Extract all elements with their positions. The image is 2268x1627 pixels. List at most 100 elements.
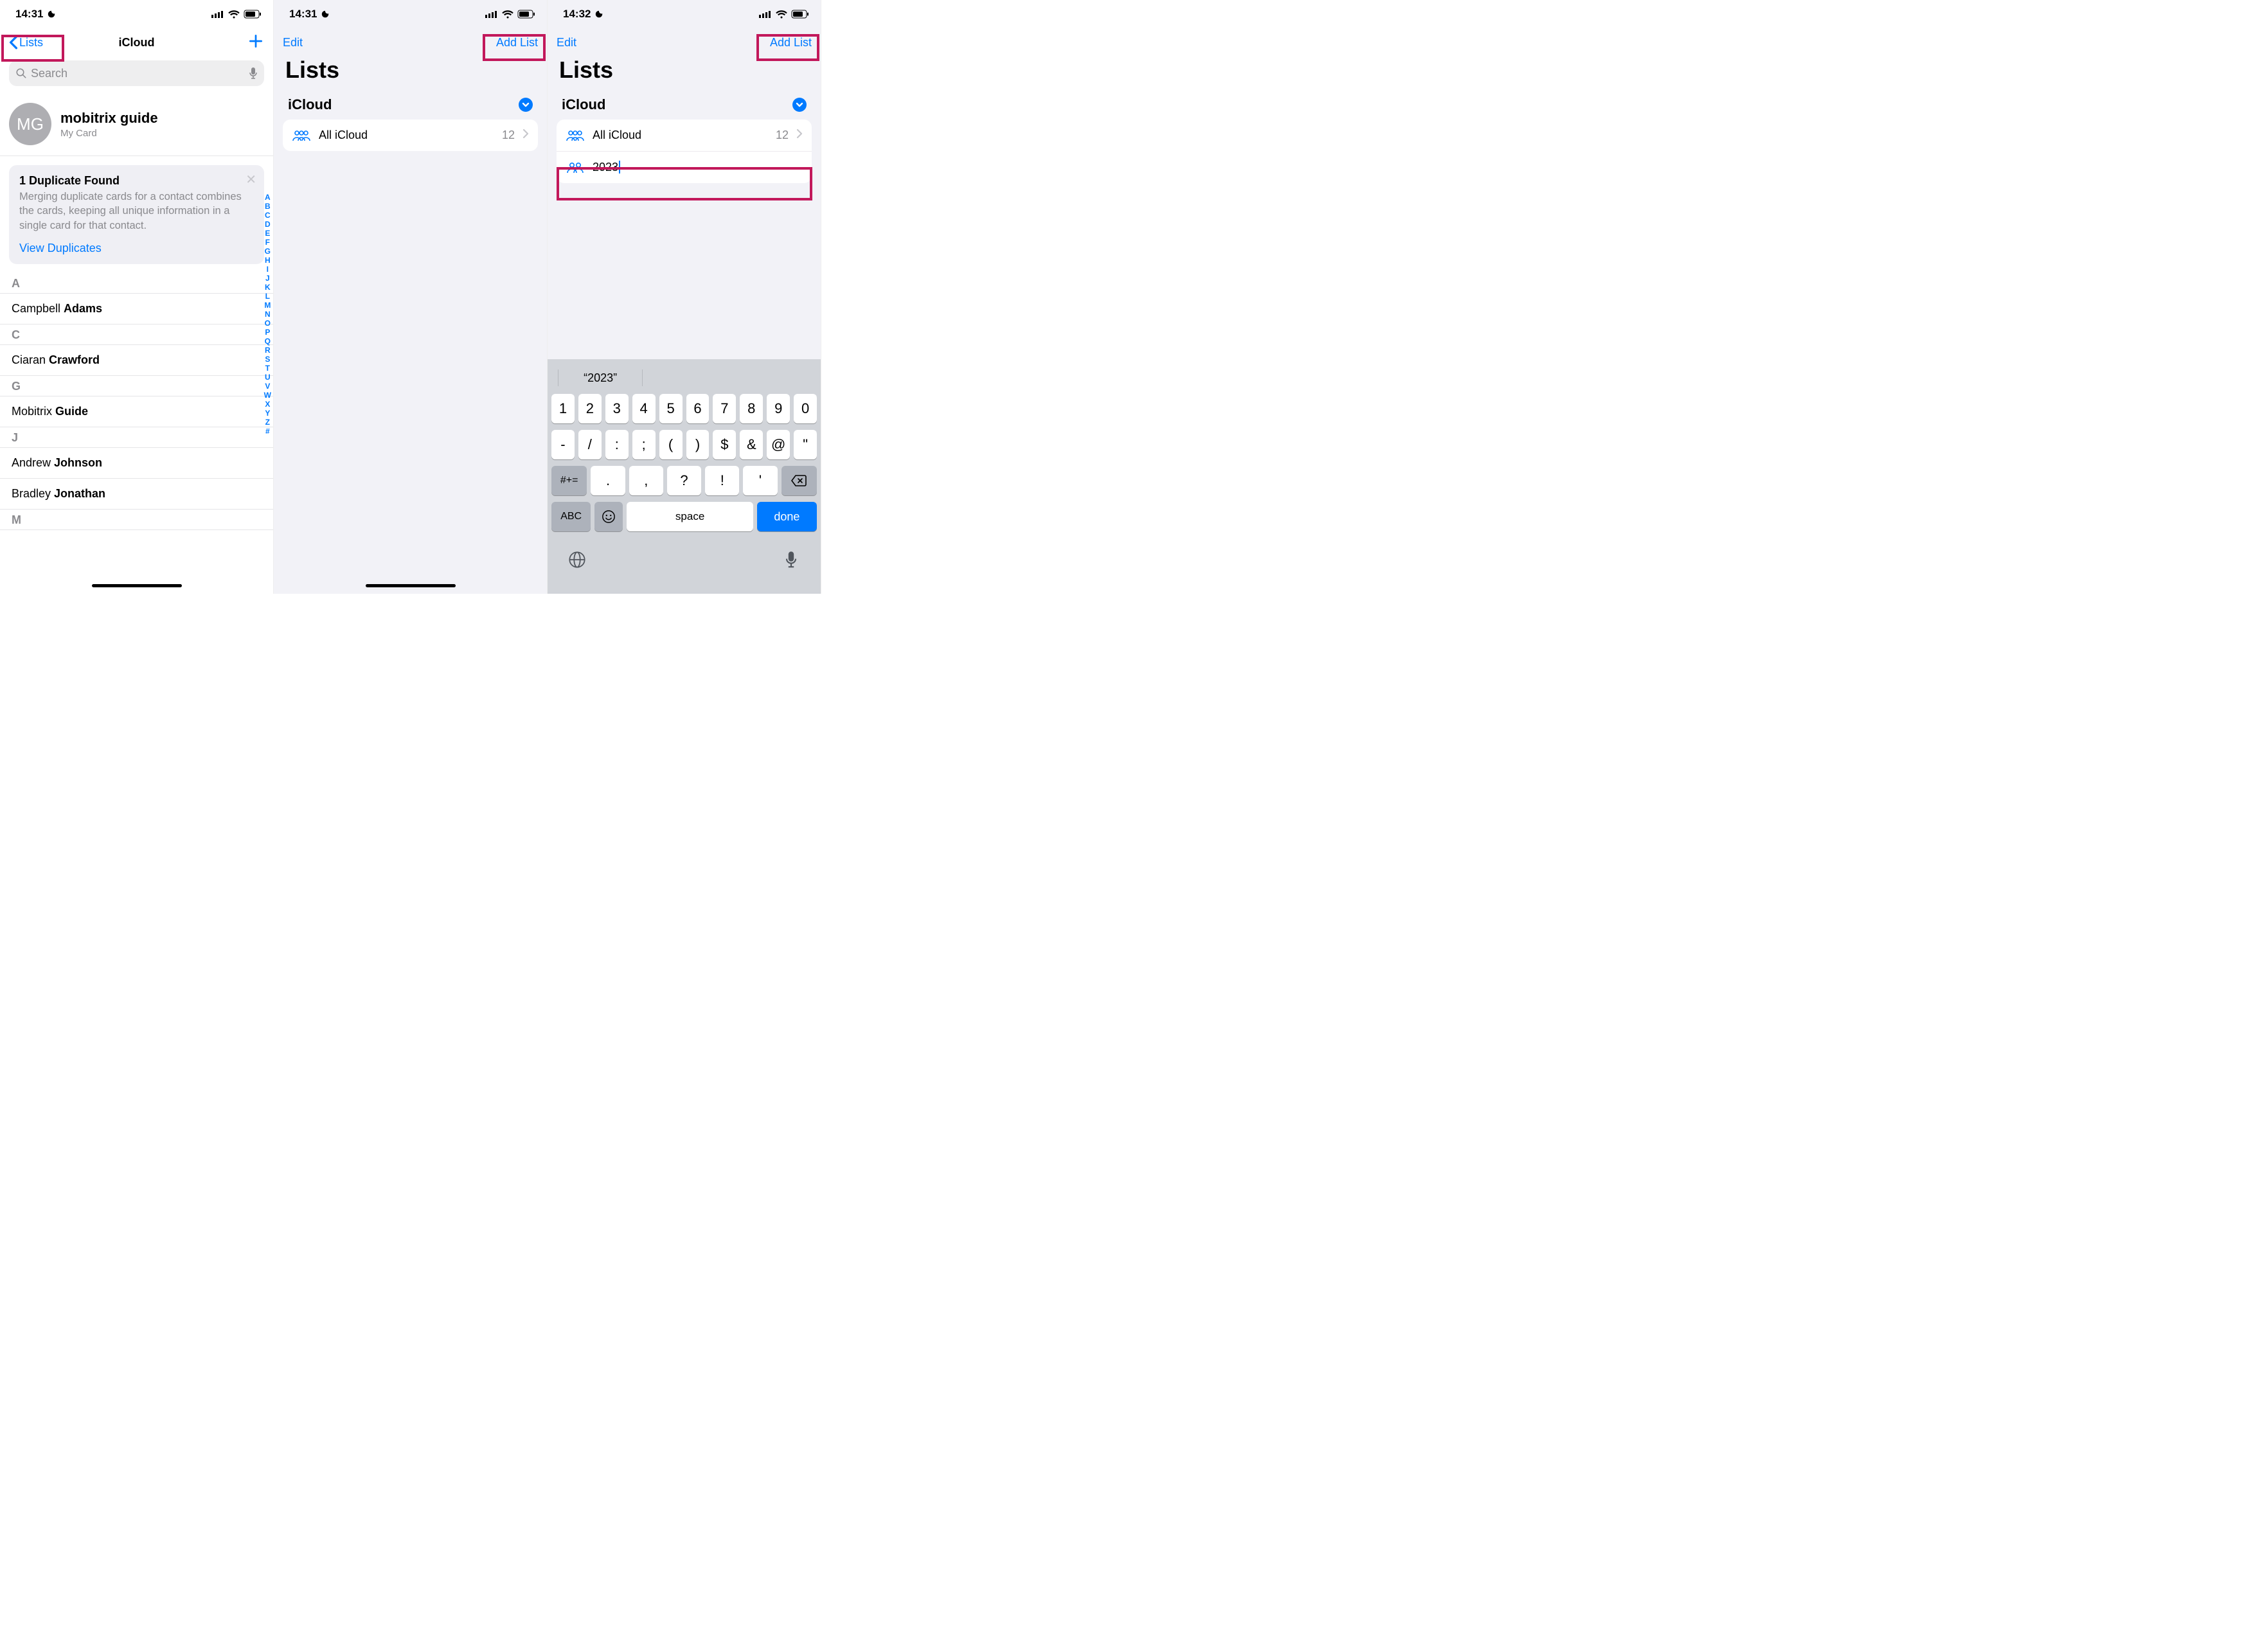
list-row[interactable]: All iCloud12	[557, 120, 812, 152]
emoji-key[interactable]	[594, 502, 623, 531]
key[interactable]: "	[794, 430, 817, 459]
home-indicator[interactable]	[366, 584, 456, 587]
index-letter[interactable]: Y	[265, 409, 270, 418]
contact-row[interactable]: Ciaran Crawford	[0, 345, 273, 376]
key[interactable]: (	[659, 430, 683, 459]
nav-title: iCloud	[119, 36, 155, 49]
contact-row[interactable]: Mobitrix Guide	[0, 396, 273, 427]
index-letter[interactable]: O	[265, 319, 271, 328]
search-placeholder: Search	[31, 67, 67, 80]
key[interactable]: :	[605, 430, 629, 459]
key[interactable]: 2	[578, 394, 602, 423]
index-letter[interactable]: D	[265, 220, 271, 229]
index-letter[interactable]: M	[264, 301, 271, 310]
index-letter[interactable]: V	[265, 382, 270, 391]
key[interactable]: 6	[686, 394, 710, 423]
index-letter[interactable]: K	[265, 283, 271, 292]
back-button[interactable]: Lists	[9, 35, 43, 49]
globe-icon[interactable]	[568, 551, 586, 572]
chevron-left-icon	[9, 35, 18, 49]
people-two-icon	[566, 161, 585, 174]
list-row[interactable]: All iCloud12	[283, 120, 538, 151]
key[interactable]: /	[578, 430, 602, 459]
section-header: A	[0, 273, 273, 294]
index-letter[interactable]: F	[265, 238, 270, 247]
index-letter[interactable]: L	[265, 292, 270, 301]
contact-row[interactable]: Andrew Johnson	[0, 448, 273, 479]
index-letter[interactable]: H	[265, 256, 271, 265]
home-indicator[interactable]	[92, 584, 182, 587]
index-letter[interactable]: C	[265, 211, 271, 220]
do-not-disturb-icon	[321, 10, 330, 19]
index-letter[interactable]: J	[265, 274, 270, 283]
key[interactable]: 1	[551, 394, 575, 423]
contact-row[interactable]: Campbell Adams	[0, 294, 273, 325]
back-label: Lists	[19, 36, 43, 49]
key[interactable]: .	[591, 466, 625, 495]
key[interactable]: &	[740, 430, 763, 459]
key[interactable]: $	[713, 430, 736, 459]
search-input[interactable]: Search	[9, 60, 264, 86]
edit-button[interactable]: Edit	[557, 36, 576, 49]
key[interactable]: @	[767, 430, 790, 459]
key[interactable]: 9	[767, 394, 790, 423]
index-letter[interactable]: T	[265, 364, 270, 373]
view-duplicates-link[interactable]: View Duplicates	[19, 242, 102, 255]
key[interactable]: ;	[632, 430, 656, 459]
alpha-index[interactable]: ABCDEFGHIJKLMNOPQRSTUVWXYZ#	[264, 193, 271, 436]
index-letter[interactable]: #	[265, 427, 270, 436]
index-letter[interactable]: S	[265, 355, 270, 364]
index-letter[interactable]: R	[265, 346, 271, 355]
status-bar: 14:31	[0, 0, 273, 28]
key[interactable]: ,	[629, 466, 663, 495]
key[interactable]: 8	[740, 394, 763, 423]
index-letter[interactable]: U	[265, 373, 271, 382]
index-letter[interactable]: Z	[265, 418, 270, 427]
done-key[interactable]: done	[757, 502, 817, 531]
list-row[interactable]: 2023	[557, 152, 812, 183]
key[interactable]: '	[743, 466, 777, 495]
index-letter[interactable]: G	[265, 247, 271, 256]
nav-bar: Edit Add List	[274, 28, 547, 57]
key[interactable]: 5	[659, 394, 683, 423]
group-label: iCloud	[562, 96, 605, 113]
key[interactable]: 0	[794, 394, 817, 423]
index-letter[interactable]: I	[267, 265, 269, 274]
contact-row[interactable]: Bradley Jonathan	[0, 479, 273, 510]
index-letter[interactable]: X	[265, 400, 270, 409]
close-icon[interactable]: ✕	[246, 172, 256, 188]
index-letter[interactable]: N	[265, 310, 271, 319]
index-letter[interactable]: P	[265, 328, 270, 337]
key[interactable]: 4	[632, 394, 656, 423]
symbols-key[interactable]: #+=	[551, 466, 587, 495]
add-contact-button[interactable]	[247, 33, 264, 53]
key[interactable]: 3	[605, 394, 629, 423]
key[interactable]: ?	[667, 466, 701, 495]
index-letter[interactable]: B	[265, 202, 271, 211]
group-header[interactable]: iCloud	[548, 90, 821, 120]
index-letter[interactable]: A	[265, 193, 271, 202]
my-card-row[interactable]: MG mobitrix guide My Card	[0, 93, 273, 156]
key[interactable]: !	[705, 466, 739, 495]
screen-contacts: 14:31 Lists iCloud Search	[0, 0, 274, 594]
list-name-input[interactable]: 2023	[593, 161, 803, 174]
space-key[interactable]: space	[627, 502, 753, 531]
add-list-button[interactable]: Add List	[770, 36, 812, 49]
add-list-button[interactable]: Add List	[496, 36, 538, 49]
index-letter[interactable]: Q	[265, 337, 271, 346]
dictation-icon[interactable]	[249, 67, 258, 80]
edit-button[interactable]: Edit	[283, 36, 303, 49]
abc-key[interactable]: ABC	[551, 502, 591, 531]
search-icon	[15, 67, 27, 79]
people-three-icon	[292, 129, 311, 142]
index-letter[interactable]: W	[264, 391, 271, 400]
index-letter[interactable]: E	[265, 229, 270, 238]
backspace-key[interactable]	[781, 466, 817, 495]
key[interactable]: 7	[713, 394, 736, 423]
status-time: 14:32	[563, 8, 591, 21]
suggestion[interactable]: “2023”	[558, 371, 642, 385]
key[interactable]: )	[686, 430, 710, 459]
key[interactable]: -	[551, 430, 575, 459]
group-header[interactable]: iCloud	[274, 90, 547, 120]
dictation-icon[interactable]	[782, 551, 800, 572]
